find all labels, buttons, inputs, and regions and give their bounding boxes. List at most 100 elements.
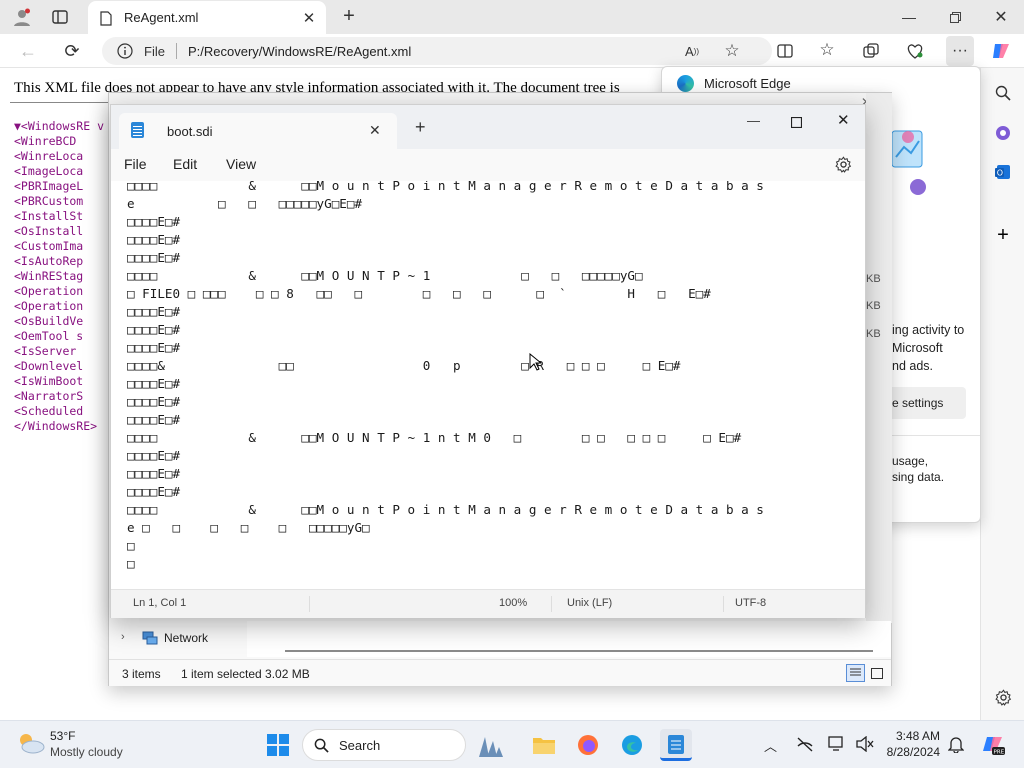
notepad-text-line: □□□□& □□ 0 p □ R □ □ □ □ E□#: [127, 358, 681, 373]
status-cursor-position: Ln 1, Col 1: [133, 597, 187, 609]
notepad-tab[interactable]: boot.sdi ✕: [119, 113, 397, 149]
start-button[interactable]: [262, 729, 294, 761]
xml-tree-line: <PBRCustom: [14, 194, 84, 208]
firefox-taskbar-icon[interactable]: [572, 729, 604, 761]
info-icon[interactable]: [116, 42, 134, 60]
notepad-window: boot.sdi ✕ + — ✕ File Edit View □□□□ & □…: [110, 104, 866, 618]
popup-footer-line: usage,: [892, 454, 929, 468]
split-screen-icon[interactable]: [774, 40, 796, 62]
notepad-titlebar: boot.sdi ✕ + — ✕: [111, 105, 865, 149]
chevron-up-icon[interactable]: ︿: [764, 736, 777, 755]
chevron-right-icon[interactable]: ›: [121, 631, 125, 643]
clock-date: 8/28/2024: [886, 745, 940, 759]
favorites-icon[interactable]: ☆: [816, 39, 838, 61]
file-explorer-taskbar-icon[interactable]: [528, 729, 560, 761]
xml-tree-line: <IsServer: [14, 344, 77, 358]
new-tab-icon[interactable]: +: [338, 5, 360, 27]
status-divider: [551, 596, 552, 612]
sidebar-settings-icon[interactable]: [981, 682, 1024, 712]
status-line-ending: Unix (LF): [567, 597, 613, 609]
xml-tree-line: <OsInstall: [14, 224, 84, 238]
outlook-icon[interactable]: O: [981, 157, 1024, 187]
file-size-label: KB: [866, 300, 881, 312]
profile-icon[interactable]: [10, 5, 34, 29]
details-view-icon[interactable]: [846, 664, 865, 682]
notification-bell-icon[interactable]: [947, 735, 965, 758]
search-label: Search: [339, 738, 381, 753]
collections-icon[interactable]: [860, 40, 882, 62]
horizontal-scrollbar[interactable]: [285, 650, 873, 652]
xml-tree-line: <WinreLoca: [14, 149, 84, 163]
status-divider: [723, 596, 724, 612]
notepad-text-line: □□□□E□#: [127, 214, 181, 229]
xml-tree-line: <WinreBCD: [14, 134, 77, 148]
menu-view[interactable]: View: [226, 156, 256, 172]
browser-tab[interactable]: ReAgent.xml ✕: [88, 1, 326, 34]
close-window-icon[interactable]: ✕: [837, 111, 850, 129]
file-size-label: KB: [866, 273, 881, 285]
copilot-sidebar-icon[interactable]: [981, 118, 1024, 148]
network-offline-icon[interactable]: [796, 736, 814, 757]
minimize-icon[interactable]: —: [898, 6, 920, 28]
xml-tree-line: <NarratorS: [14, 389, 84, 403]
network-label: Network: [164, 631, 209, 645]
volume-muted-icon[interactable]: [856, 735, 874, 757]
display-icon[interactable]: [828, 736, 846, 757]
copilot-icon[interactable]: [990, 40, 1012, 62]
tiles-view-icon[interactable]: [869, 665, 885, 681]
notepad-tab-title: boot.sdi: [167, 124, 213, 139]
edge-sidebar: O +: [980, 68, 1024, 720]
edge-logo-icon: [677, 75, 694, 92]
xml-tree-line: </WindowsRE>: [14, 419, 98, 433]
svg-text:PRE: PRE: [994, 750, 1005, 756]
xml-tree-line: <Operation: [14, 284, 84, 298]
notepad-text-line: e □ □ □ □ □ □□□□□yG□: [127, 520, 370, 535]
favorite-star-icon[interactable]: ☆: [722, 41, 742, 61]
clock[interactable]: 3:48 AM 8/28/2024: [880, 728, 940, 762]
back-icon[interactable]: ←: [16, 40, 40, 62]
address-url: P:/Recovery/WindowsRE/ReAgent.xml: [188, 44, 412, 59]
notepad-text-line: □□□□E□#: [127, 250, 181, 265]
search-icon[interactable]: [981, 78, 1024, 108]
copilot-preview-icon[interactable]: PRE: [978, 729, 1010, 761]
menu-file[interactable]: File: [124, 156, 147, 172]
close-tab-icon[interactable]: ✕: [369, 122, 381, 139]
popup-footer: usage, sing data.: [892, 453, 944, 485]
document-icon: [98, 9, 114, 27]
notepad-text-line: □: [127, 538, 135, 553]
tab-actions-icon[interactable]: [48, 7, 72, 27]
close-window-icon[interactable]: ✕: [990, 6, 1012, 28]
notepad-text-area[interactable]: □□□□ & □□M o u n t P o i n t M a n a g e…: [111, 181, 865, 589]
browser-essentials-icon[interactable]: [904, 40, 926, 62]
edge-taskbar-icon[interactable]: [616, 729, 648, 761]
settings-gear-icon[interactable]: [835, 156, 852, 178]
popup-illustration: [888, 127, 928, 197]
address-bar[interactable]: File P:/Recovery/WindowsRE/ReAgent.xml A…: [102, 37, 772, 65]
xml-tree-line: <Scheduled: [14, 404, 84, 418]
notepad-taskbar-icon[interactable]: [660, 729, 692, 761]
close-tab-icon[interactable]: ✕: [300, 9, 318, 27]
restore-icon[interactable]: [944, 6, 966, 28]
read-aloud-icon[interactable]: A)): [682, 42, 702, 60]
new-tab-icon[interactable]: +: [415, 117, 426, 138]
notepad-text-line: □□□□E□#: [127, 232, 181, 247]
xml-tree-line: <IsAutoRep: [14, 254, 84, 268]
popup-title: Microsoft Edge: [704, 76, 791, 91]
menu-edit[interactable]: Edit: [173, 156, 197, 172]
more-options-icon[interactable]: ···: [946, 36, 974, 66]
nav-item-network[interactable]: › Network: [109, 623, 249, 653]
taskbar-search[interactable]: Search: [302, 729, 503, 761]
tab-title: ReAgent.xml: [124, 10, 199, 25]
notepad-text-line: □□□□ & □□M o u n t P o i n t M a n a g e…: [127, 502, 764, 517]
xml-tree-line: <WinREStag: [14, 269, 84, 283]
add-sidebar-app-icon[interactable]: +: [981, 220, 1024, 250]
minimize-icon[interactable]: —: [747, 113, 760, 128]
notepad-text-line: □□□□ & □□M O U N T P ~ 1 n t M 0 □ □ □ □…: [127, 430, 742, 445]
maximize-icon[interactable]: [790, 115, 803, 133]
xml-tree-line: <PBRImageL: [14, 179, 84, 193]
network-icon: [142, 631, 158, 650]
xml-tree-line[interactable]: ▼<WindowsRE v: [14, 119, 104, 134]
refresh-icon[interactable]: ⟳: [60, 40, 84, 62]
edge-toolbar: ← ⟳ File P:/Recovery/WindowsRE/ReAgent.x…: [0, 34, 1024, 68]
weather-widget[interactable]: 53°F Mostly cloudy: [14, 727, 144, 763]
